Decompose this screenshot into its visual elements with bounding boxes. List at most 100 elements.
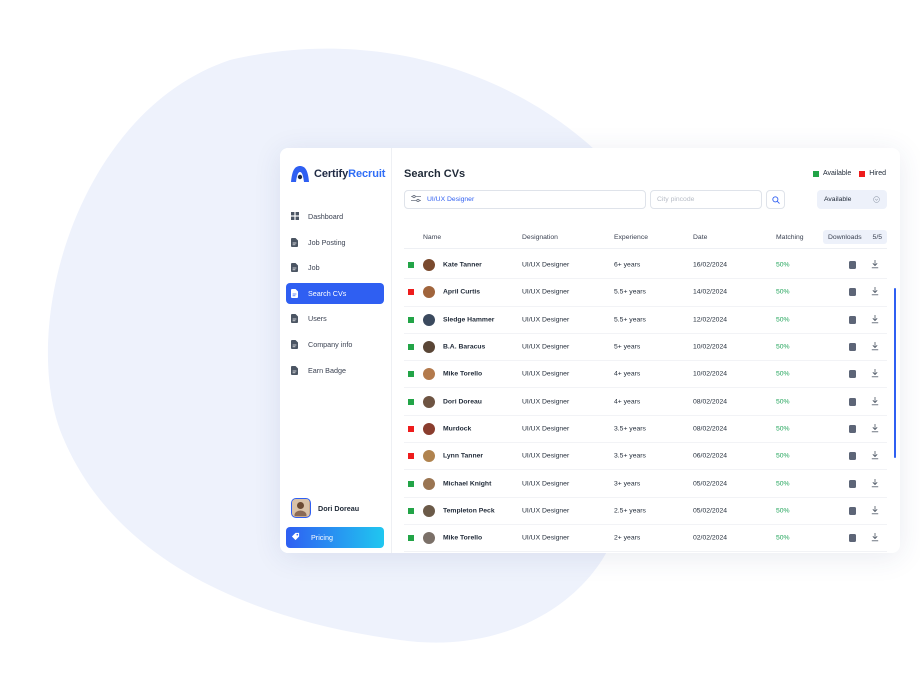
- sidebar-item-company-info[interactable]: Company info: [286, 334, 384, 355]
- sidebar-item-job[interactable]: Job: [286, 257, 384, 278]
- candidate-name[interactable]: April Curtis: [443, 289, 480, 296]
- table-row[interactable]: Lynn TannerUI/UX Designer2+ years02/02/2…: [404, 552, 887, 553]
- download-icon[interactable]: [871, 505, 879, 516]
- view-cv-icon[interactable]: [849, 534, 856, 543]
- pricing-button[interactable]: Pricing: [286, 527, 384, 548]
- download-icon[interactable]: [871, 451, 879, 462]
- download-icon[interactable]: [871, 314, 879, 325]
- candidate-name[interactable]: Dori Doreau: [443, 398, 482, 405]
- status-select[interactable]: Available: [817, 190, 887, 209]
- status-indicator: [408, 535, 414, 542]
- date: 08/02/2024: [693, 398, 728, 406]
- brand-logo[interactable]: CertifyRecruit: [291, 166, 385, 182]
- download-icon[interactable]: [871, 423, 879, 434]
- downloads-count: 5/5: [872, 233, 882, 241]
- col-designation[interactable]: Designation: [522, 234, 558, 241]
- col-experience[interactable]: Experience: [614, 234, 648, 241]
- candidate-name[interactable]: Templeton Peck: [443, 507, 495, 514]
- table-row[interactable]: Templeton Peck UI/UX Designer 2.5+ years 05…: [404, 498, 887, 525]
- date: 06/02/2024: [693, 452, 728, 460]
- download-icon[interactable]: [871, 287, 879, 298]
- view-cv-icon[interactable]: [849, 315, 856, 324]
- experience: 2+ years: [614, 534, 641, 542]
- table-row[interactable]: Michael Knight UI/UX Designer 3+ years 05/0…: [404, 470, 887, 498]
- view-cv-icon[interactable]: [849, 343, 856, 352]
- candidate-name[interactable]: Mike Torello: [443, 371, 482, 378]
- view-cv-icon[interactable]: [849, 397, 856, 406]
- matching-score: 50%: [776, 452, 790, 460]
- designation: UI/UX Designer: [522, 288, 570, 296]
- search-input[interactable]: UI/UX Designer: [404, 190, 646, 209]
- user-profile[interactable]: Dori Doreau: [291, 498, 359, 518]
- download-icon[interactable]: [871, 396, 879, 407]
- col-date[interactable]: Date: [693, 234, 707, 241]
- table-row[interactable]: Sledge Hammer UI/UX Designer 5.5+ years 12/…: [404, 307, 887, 334]
- filter-icon[interactable]: [411, 194, 421, 204]
- table-row[interactable]: Kate Tanner UI/UX Designer 6+ years 16/02/2…: [404, 252, 887, 280]
- candidate-name[interactable]: Sledge Hammer: [443, 316, 494, 323]
- candidate-name[interactable]: B.A. Baracus: [443, 344, 485, 351]
- city-placeholder: City pincode: [657, 196, 695, 203]
- view-cv-icon[interactable]: [849, 288, 856, 297]
- downloads-counter[interactable]: Downloads 5/5: [823, 230, 887, 244]
- brand-name-part1: Certify: [314, 168, 349, 180]
- candidate-name[interactable]: Michael Knight: [443, 480, 491, 487]
- designation: UI/UX Designer: [522, 507, 570, 515]
- candidate-name[interactable]: Lynn Tanner: [443, 453, 483, 460]
- table-row[interactable]: Dori Doreau UI/UX Designer 4+ years 08/02/2…: [404, 388, 887, 416]
- col-matching[interactable]: Matching: [776, 234, 804, 241]
- sidebar-item-label: Company info: [308, 339, 353, 349]
- sidebar-item-earn-badge[interactable]: Earn Badge: [286, 360, 384, 381]
- matching-score: 50%: [776, 507, 790, 515]
- view-cv-icon[interactable]: [849, 506, 856, 515]
- sidebar-item-job-posting[interactable]: Job Posting: [286, 232, 384, 253]
- status-indicator: [408, 344, 414, 351]
- candidate-name[interactable]: Kate Tanner: [443, 262, 482, 269]
- matching-score: 50%: [776, 316, 790, 324]
- table-row[interactable]: Murdock UI/UX Designer 3.5+ years 08/02/202…: [404, 416, 887, 444]
- download-icon[interactable]: [871, 478, 879, 489]
- sidebar: CertifyRecruit Dashboard Job Posting Job Se…: [280, 148, 392, 553]
- status-legend: Available Hired: [812, 170, 886, 177]
- document-icon: [291, 237, 299, 247]
- sidebar-item-search-cvs[interactable]: Search CVs: [286, 282, 384, 304]
- legend-hired: Hired: [869, 170, 886, 177]
- view-cv-icon[interactable]: [849, 370, 856, 379]
- designation: UI/UX Designer: [522, 452, 570, 460]
- view-cv-icon[interactable]: [849, 424, 856, 433]
- candidate-name[interactable]: Mike Torello: [443, 535, 482, 542]
- sidebar-item-dashboard[interactable]: Dashboard: [286, 206, 384, 227]
- status-indicator: [408, 425, 414, 432]
- sidebar-item-users[interactable]: Users: [286, 308, 384, 329]
- download-icon[interactable]: [871, 369, 879, 380]
- download-icon[interactable]: [871, 533, 879, 544]
- city-pincode-input[interactable]: City pincode: [650, 190, 762, 209]
- app-window: CertifyRecruit Dashboard Job Posting Job Se…: [280, 148, 900, 553]
- sidebar-item-label: Job: [308, 263, 320, 273]
- pricing-label: Pricing: [311, 533, 333, 542]
- table-row[interactable]: April Curtis UI/UX Designer 5.5+ years 14/0…: [404, 279, 887, 307]
- search-button[interactable]: [766, 190, 785, 209]
- view-cv-icon[interactable]: [849, 452, 856, 461]
- col-name[interactable]: Name: [423, 234, 441, 241]
- experience: 3+ years: [614, 480, 641, 488]
- date: 16/02/2024: [693, 261, 728, 269]
- date: 02/02/2024: [693, 534, 728, 542]
- table-row[interactable]: Lynn Tanner UI/UX Designer 3.5+ years 06/02…: [404, 443, 887, 471]
- experience: 5.5+ years: [614, 316, 646, 324]
- table-row[interactable]: Mike Torello UI/UX Designer 4+ years 10/02/…: [404, 361, 887, 389]
- scrollbar[interactable]: [894, 288, 896, 458]
- status-indicator: [408, 262, 414, 269]
- sidebar-item-label: Users: [308, 314, 327, 324]
- download-icon[interactable]: [871, 260, 879, 271]
- document-icon: [291, 339, 299, 349]
- sidebar-item-label: Search CVs: [308, 288, 347, 298]
- avatar: [423, 532, 435, 545]
- table-row[interactable]: B.A. Baracus UI/UX Designer 5+ years 10/02/…: [404, 334, 887, 362]
- view-cv-icon[interactable]: [849, 261, 856, 270]
- candidate-name[interactable]: Murdock: [443, 425, 471, 432]
- view-cv-icon[interactable]: [849, 479, 856, 488]
- download-icon[interactable]: [871, 342, 879, 353]
- table-row[interactable]: Mike Torello UI/UX Designer 2+ years 02/02/…: [404, 525, 887, 553]
- sidebar-item-label: Dashboard: [308, 212, 344, 221]
